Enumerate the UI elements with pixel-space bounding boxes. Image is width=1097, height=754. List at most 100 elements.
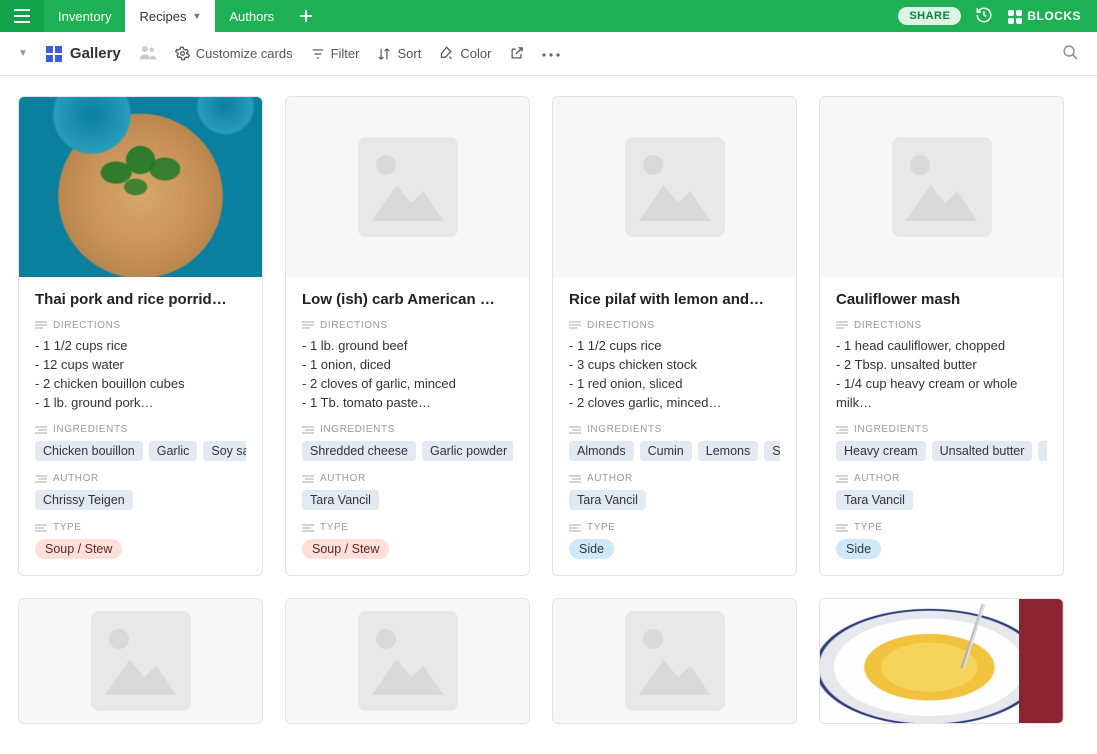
link-icon <box>35 425 47 435</box>
tab-label: Inventory <box>58 9 111 24</box>
ingredients-pills: Heavy creamUnsalted butterC <box>836 441 1047 461</box>
ingredients-pills: Chicken bouillonGarlicSoy sau <box>35 441 246 461</box>
ingredient-pill: Garlic powder <box>422 441 513 461</box>
link-icon <box>302 425 314 435</box>
select-icon <box>35 523 47 533</box>
select-icon <box>302 523 314 533</box>
record-card[interactable] <box>552 598 797 724</box>
ingredient-pill: Cumin <box>640 441 692 461</box>
card-title: Cauliflower mash <box>836 291 1047 308</box>
filter-button[interactable]: Filter <box>311 46 360 61</box>
gallery-scroll[interactable]: Thai pork and rice porrid… DIRECTIONS - … <box>0 76 1097 754</box>
card-cover <box>286 97 529 277</box>
author-pill-row: Tara Vancil <box>836 490 1047 510</box>
type-pill-row: Soup / Stew <box>35 539 246 559</box>
card-gallery: Thai pork and rice porrid… DIRECTIONS - … <box>18 96 1079 724</box>
share-button[interactable]: SHARE <box>898 7 961 25</box>
record-card[interactable] <box>18 598 263 724</box>
ingredient-pill: Heavy cream <box>836 441 926 461</box>
card-cover <box>820 97 1063 277</box>
card-cover <box>553 97 796 277</box>
link-icon <box>569 474 581 484</box>
add-table-button[interactable] <box>288 0 324 32</box>
directions-text: - 1 head cauliflower, chopped- 2 Tbsp. u… <box>836 337 1047 412</box>
collaborators-button[interactable] <box>139 44 157 63</box>
link-icon <box>569 425 581 435</box>
ingredients-pills: AlmondsCuminLemonsSpina <box>569 441 780 461</box>
image-placeholder-icon <box>625 137 725 237</box>
tab-label: Recipes <box>139 9 186 24</box>
link-icon <box>35 474 47 484</box>
more-button[interactable] <box>542 46 560 61</box>
share-icon <box>509 46 524 61</box>
author-pill-row: Tara Vancil <box>302 490 513 510</box>
type-pill: Side <box>836 539 881 559</box>
record-card[interactable]: Thai pork and rice porrid… DIRECTIONS - … <box>18 96 263 576</box>
view-name: Gallery <box>70 45 121 62</box>
share-view-button[interactable] <box>509 46 524 61</box>
field-label-author: AUTHOR <box>35 473 246 484</box>
view-selector[interactable]: Gallery <box>46 45 121 62</box>
link-icon <box>836 425 848 435</box>
blocks-icon <box>1007 9 1021 23</box>
field-label-type: TYPE <box>836 522 1047 533</box>
tab-recipes[interactable]: Recipes ▼ <box>125 0 215 32</box>
ingredient-pill: Spina <box>764 441 780 461</box>
top-bar: Inventory Recipes ▼ Authors SHARE BLOCKS <box>0 0 1097 32</box>
field-label-directions: DIRECTIONS <box>836 320 1047 331</box>
search-button[interactable] <box>1062 44 1079 64</box>
field-label-ingredients: INGREDIENTS <box>836 424 1047 435</box>
field-label-type: TYPE <box>569 522 780 533</box>
author-pill: Tara Vancil <box>302 490 379 510</box>
author-pill: Tara Vancil <box>836 490 913 510</box>
sort-button[interactable]: Sort <box>377 46 421 61</box>
field-label-directions: DIRECTIONS <box>302 320 513 331</box>
link-icon <box>302 474 314 484</box>
card-title: Low (ish) carb American … <box>302 291 513 308</box>
author-pill-row: Chrissy Teigen <box>35 490 246 510</box>
image-placeholder-icon <box>892 137 992 237</box>
image-placeholder-icon <box>358 137 458 237</box>
topbar-right: SHARE BLOCKS <box>898 0 1097 32</box>
record-card[interactable] <box>285 598 530 724</box>
ingredient-pill: Shredded cheese <box>302 441 416 461</box>
card-title: Thai pork and rice porrid… <box>35 291 246 308</box>
view-menu-toggle[interactable]: ▼ <box>18 48 28 59</box>
type-pill: Soup / Stew <box>302 539 389 559</box>
select-icon <box>569 523 581 533</box>
tab-inventory[interactable]: Inventory <box>44 0 125 32</box>
field-label-ingredients: INGREDIENTS <box>302 424 513 435</box>
color-label: Color <box>460 46 491 61</box>
type-pill-row: Side <box>569 539 780 559</box>
type-pill-row: Soup / Stew <box>302 539 513 559</box>
gear-icon <box>175 46 190 61</box>
type-pill-row: Side <box>836 539 1047 559</box>
directions-text: - 1 1/2 cups rice- 12 cups water- 2 chic… <box>35 337 246 412</box>
color-button[interactable]: Color <box>439 46 491 61</box>
long-text-icon <box>35 321 47 331</box>
gallery-icon <box>46 46 62 62</box>
customize-label: Customize cards <box>196 46 293 61</box>
sort-icon <box>377 47 391 61</box>
card-cover <box>286 599 529 723</box>
record-card[interactable]: Cauliflower mash DIRECTIONS - 1 head cau… <box>819 96 1064 576</box>
filter-label: Filter <box>331 46 360 61</box>
dots-icon <box>542 52 560 58</box>
blocks-button[interactable]: BLOCKS <box>1007 9 1081 23</box>
type-pill: Soup / Stew <box>35 539 122 559</box>
ingredient-pill: C <box>1038 441 1047 461</box>
field-label-ingredients: INGREDIENTS <box>569 424 780 435</box>
ingredient-pill: Almonds <box>569 441 634 461</box>
card-title: Rice pilaf with lemon and… <box>569 291 780 308</box>
tab-authors[interactable]: Authors <box>215 0 288 32</box>
blocks-label: BLOCKS <box>1027 9 1081 23</box>
record-card[interactable] <box>819 598 1064 724</box>
record-card[interactable]: Low (ish) carb American … DIRECTIONS - 1… <box>285 96 530 576</box>
paint-icon <box>439 46 454 61</box>
history-button[interactable] <box>975 6 993 27</box>
menu-button[interactable] <box>0 0 44 32</box>
customize-cards-button[interactable]: Customize cards <box>175 46 293 61</box>
record-card[interactable]: Rice pilaf with lemon and… DIRECTIONS - … <box>552 96 797 576</box>
author-pill-row: Tara Vancil <box>569 490 780 510</box>
card-cover <box>553 599 796 723</box>
